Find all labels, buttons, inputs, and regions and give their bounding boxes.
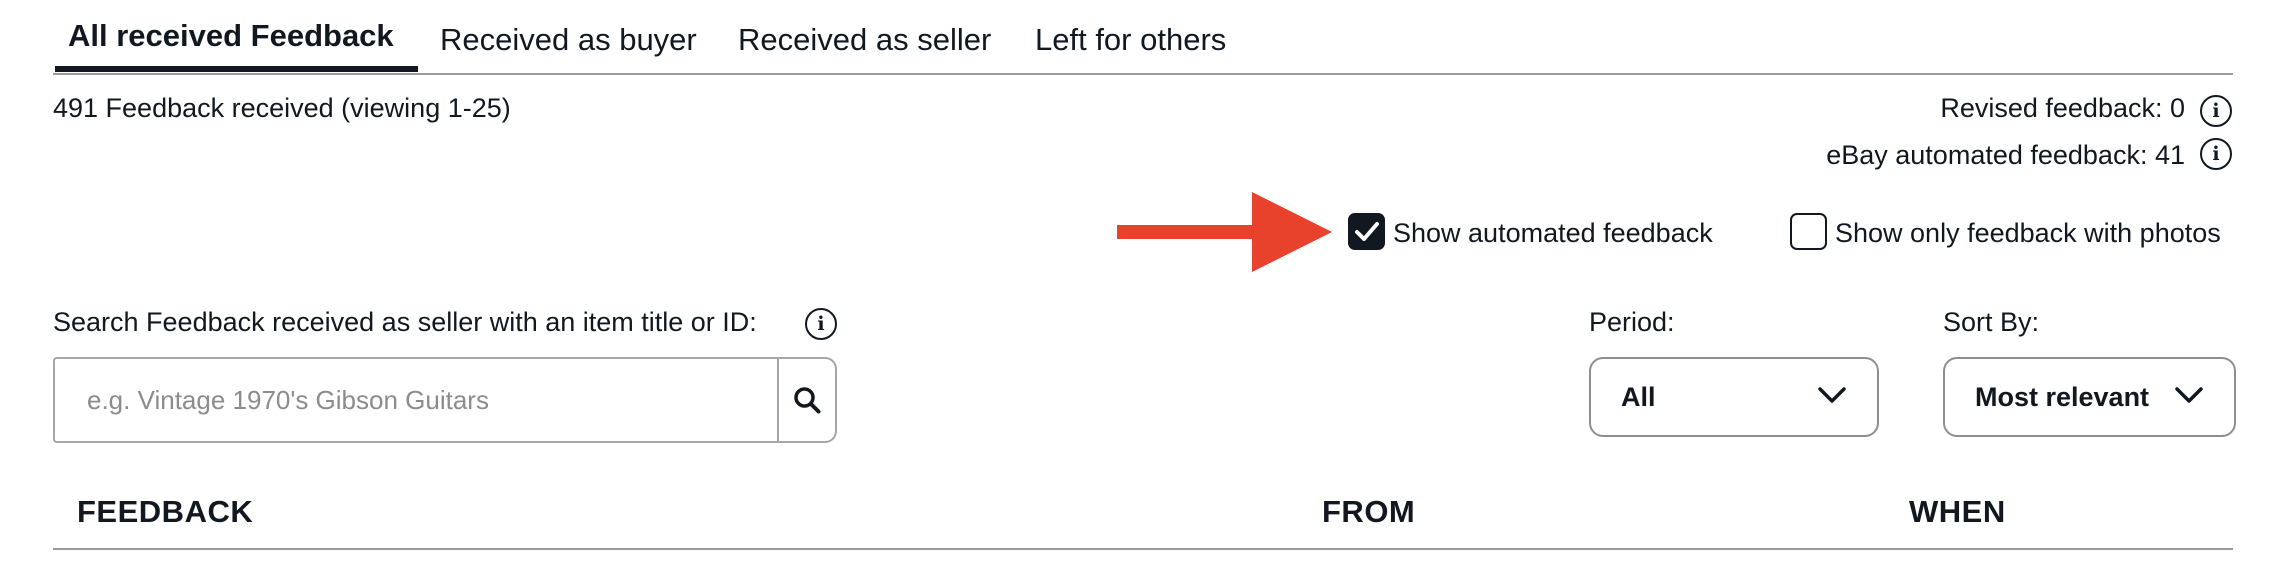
search-input[interactable] [55,359,777,441]
chevron-down-icon [2175,387,2203,403]
search-icon [794,387,821,414]
show-automated-feedback-label[interactable]: Show automated feedback [1393,218,1713,249]
table-header-divider [53,548,2233,550]
automated-feedback-count: eBay automated feedback: 41 [1826,140,2185,170]
search-button[interactable] [777,359,835,441]
column-header-feedback: FEEDBACK [77,494,254,529]
annotation-arrow-icon [1117,192,1332,272]
sort-label: Sort By: [1943,307,2040,337]
show-photos-only-checkbox[interactable] [1790,213,1827,250]
search-info-icon[interactable]: i [805,308,837,340]
active-tab-indicator [55,66,418,72]
revised-feedback-info-icon[interactable]: i [2200,95,2232,127]
show-photos-only-label[interactable]: Show only feedback with photos [1835,218,2221,249]
period-select[interactable]: All [1589,357,1879,437]
column-header-when: WHEN [1909,494,2006,529]
chevron-down-icon [1818,387,1846,403]
tab-all-received[interactable]: All received Feedback [68,18,394,54]
sort-select[interactable]: Most relevant [1943,357,2236,437]
revised-feedback-count: Revised feedback: 0 [1940,93,2185,123]
period-label: Period: [1589,307,1675,337]
tabs-divider [53,73,2233,75]
period-selected-value: All [1621,381,1656,412]
tab-received-as-buyer[interactable]: Received as buyer [440,22,697,58]
tab-left-for-others[interactable]: Left for others [1035,22,1226,58]
search-field [53,357,837,443]
sort-selected-value: Most relevant [1975,381,2150,412]
search-label: Search Feedback received as seller with … [53,307,757,337]
show-automated-feedback-checkbox[interactable] [1348,213,1385,250]
automated-feedback-info-icon[interactable]: i [2200,138,2232,170]
tab-received-as-seller[interactable]: Received as seller [738,22,991,58]
column-header-from: FROM [1322,494,1416,529]
checkmark-icon [1355,222,1379,241]
feedback-count: 491 Feedback received (viewing 1-25) [53,93,511,123]
